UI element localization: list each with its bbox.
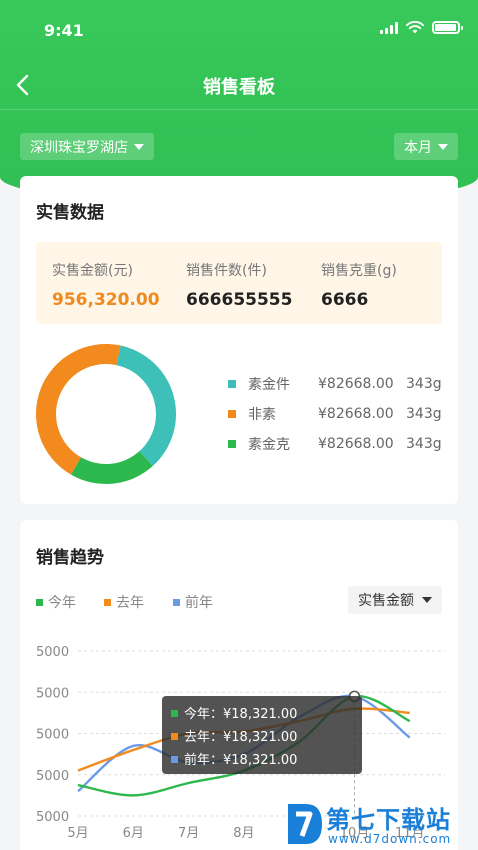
series-label: 今年 xyxy=(48,595,76,611)
series-legend-this-year[interactable]: 今年 xyxy=(36,592,76,612)
summary-card-title: 实售数据 xyxy=(36,203,104,223)
legend-swatch xyxy=(173,598,180,606)
legend-item: 非素 ¥82668.00 343g xyxy=(228,404,442,424)
donut-slice-1 xyxy=(116,345,176,467)
status-time: 9:41 xyxy=(44,21,84,40)
x-tick-label: 8月 xyxy=(233,826,254,841)
x-tick-label: 6月 xyxy=(123,826,144,841)
signal-icon xyxy=(380,21,398,34)
battery-icon xyxy=(432,21,463,34)
stat-label: 销售克重(g) xyxy=(321,263,397,279)
stat-value: 6666 xyxy=(321,290,369,310)
tooltip-swatch xyxy=(171,733,178,740)
series-legend-two-years-ago[interactable]: 前年 xyxy=(173,592,213,612)
legend-weight: 343g xyxy=(406,436,442,452)
legend-swatch xyxy=(104,598,111,606)
tooltip-swatch xyxy=(171,756,178,763)
donut-slice-2 xyxy=(35,344,121,475)
y-tick-label: 5000 xyxy=(36,686,69,701)
stat-sales-count: 销售件数(件) 666655555 xyxy=(186,260,292,310)
wifi-icon xyxy=(406,21,424,34)
status-bar: 9:41 xyxy=(0,0,478,60)
legend-name: 素金件 xyxy=(248,377,290,393)
y-tick-label: 5000 xyxy=(36,645,69,660)
y-tick-label: 5000 xyxy=(36,769,69,784)
legend-weight: 343g xyxy=(406,406,442,422)
store-select[interactable]: 深圳珠宝罗湖店 xyxy=(20,133,154,160)
legend-name: 非素 xyxy=(248,407,276,423)
y-tick-label: 5000 xyxy=(36,810,69,825)
y-tick-label: 5000 xyxy=(36,728,69,743)
legend-swatch xyxy=(228,440,236,448)
stat-label: 销售件数(件) xyxy=(186,263,267,279)
trend-card-title: 销售趋势 xyxy=(36,548,104,568)
legend-amount: ¥82668.00 xyxy=(318,406,394,422)
stat-value: 666655555 xyxy=(186,290,293,310)
caret-down-icon xyxy=(134,143,144,150)
stat-label: 实售金额(元) xyxy=(52,263,133,279)
legend-amount: ¥82668.00 xyxy=(318,376,394,392)
period-select[interactable]: 本月 xyxy=(394,133,458,160)
tooltip-row: 去年：¥18,321.00 xyxy=(184,730,297,745)
tooltip-swatch xyxy=(171,710,178,717)
legend-item: 素金克 ¥82668.00 343g xyxy=(228,434,442,454)
legend-amount: ¥82668.00 xyxy=(318,436,394,452)
legend-swatch xyxy=(228,380,236,388)
period-select-label: 本月 xyxy=(404,139,432,156)
nav-bar: 销售看板 xyxy=(0,60,478,110)
d7-logo-icon xyxy=(288,804,322,844)
page-title: 销售看板 xyxy=(203,77,275,98)
series-legend-last-year[interactable]: 去年 xyxy=(104,592,144,612)
stat-sales-weight: 销售克重(g) 6666 xyxy=(321,260,397,310)
caret-down-icon xyxy=(422,597,432,603)
store-select-label: 深圳珠宝罗湖店 xyxy=(30,139,128,156)
tooltip-row: 今年：¥18,321.00 xyxy=(184,706,297,722)
watermark-logo: 第七下载站 www.d7down.com xyxy=(282,800,472,850)
legend-swatch xyxy=(228,410,236,418)
x-tick-label: 7月 xyxy=(178,826,199,841)
summary-card: 实售数据 实售金额(元) 956,320.00 销售件数(件) 66665555… xyxy=(20,176,458,504)
status-icons xyxy=(380,21,463,34)
stat-sales-amount: 实售金额(元) 956,320.00 xyxy=(52,260,160,310)
tooltip-row: 前年：¥18,321.00 xyxy=(184,752,297,768)
legend-item: 素金件 ¥82668.00 343g xyxy=(228,374,442,394)
donut-chart xyxy=(35,344,176,484)
watermark-title: 第七下载站 xyxy=(326,806,451,834)
series-label: 去年 xyxy=(116,595,144,611)
stat-value: 956,320.00 xyxy=(52,290,160,310)
series-label: 前年 xyxy=(185,595,213,611)
legend-weight: 343g xyxy=(406,376,442,392)
watermark-url: www.d7down.com xyxy=(328,832,452,846)
x-tick-label: 5月 xyxy=(67,826,88,841)
caret-down-icon xyxy=(438,143,448,150)
legend-name: 素金克 xyxy=(248,437,290,453)
metric-select[interactable]: 实售金额 xyxy=(348,586,442,614)
donut-slice-3 xyxy=(70,451,153,484)
stats-box: 实售金额(元) 956,320.00 销售件数(件) 666655555 销售克… xyxy=(36,242,442,324)
legend-swatch xyxy=(36,598,43,606)
metric-select-label: 实售金额 xyxy=(358,593,414,609)
